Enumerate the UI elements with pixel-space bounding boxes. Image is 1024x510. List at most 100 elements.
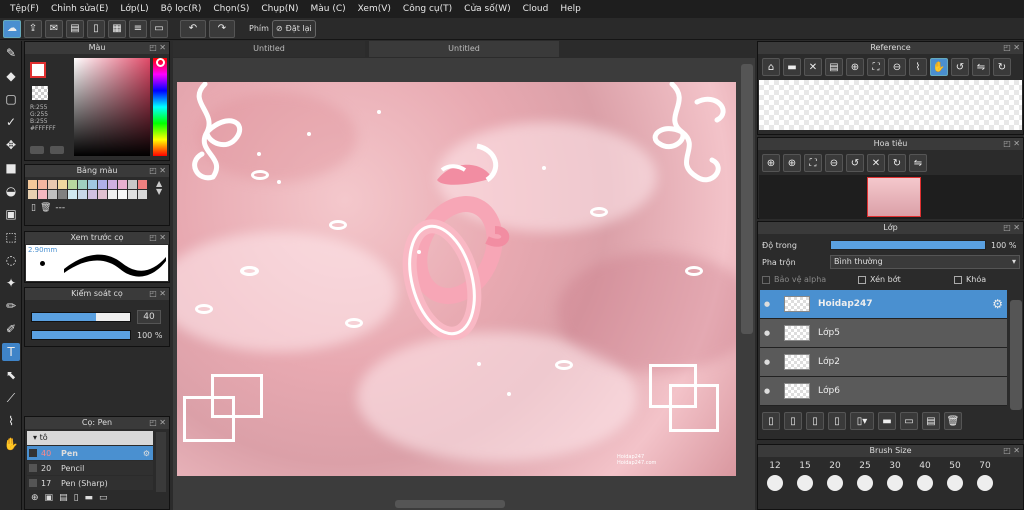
palette-swatch[interactable] <box>98 190 107 199</box>
palette-swatch[interactable] <box>118 180 127 189</box>
brush-item-pencil[interactable]: 20 Pencil <box>27 461 153 475</box>
brush-group-row[interactable]: ▾ tô <box>27 431 153 445</box>
palette-swatch[interactable] <box>78 180 87 189</box>
expand-icon[interactable]: ◰ ✕ <box>1003 445 1020 457</box>
brush-size-option[interactable]: 15 <box>790 461 820 491</box>
comment-icon[interactable]: ✉ <box>45 19 63 38</box>
palette-swatch[interactable] <box>88 180 97 189</box>
cloud-icon[interactable]: ☁ <box>3 19 21 38</box>
select-rect-icon[interactable]: ▢ <box>2 90 20 108</box>
document-icon[interactable]: ▯ <box>87 19 105 38</box>
hand-tool-icon[interactable]: ✋ <box>2 435 20 453</box>
brush-item-pen[interactable]: 40 Pen ⚙ <box>27 446 153 460</box>
blend-mode-select[interactable]: Bình thường ▾ <box>830 255 1020 269</box>
brush-copy-icon[interactable]: ▭ <box>99 493 108 503</box>
menu-view[interactable]: Xem(V) <box>352 0 397 18</box>
eyedropper-icon[interactable]: ⌇ <box>909 58 927 76</box>
zoom-out-icon[interactable]: ⊖ <box>888 58 906 76</box>
add-brush-icon[interactable]: ⊕ <box>31 493 39 503</box>
brush-size-option[interactable]: 40 <box>910 461 940 491</box>
expand-icon[interactable]: ◰ ✕ <box>149 232 166 244</box>
divide-tool-icon[interactable]: ⟋ <box>2 389 20 407</box>
layer-row[interactable]: ● Lớp6 <box>760 377 1007 406</box>
check-tool-icon[interactable]: ✓ <box>2 113 20 131</box>
flatten-icon[interactable]: ▤ <box>922 412 940 430</box>
select-eraser-icon[interactable]: ✐ <box>2 320 20 338</box>
menu-window[interactable]: Cửa số(W) <box>458 0 516 18</box>
expand-icon[interactable]: ◰ ✕ <box>1003 138 1020 150</box>
palette-swatch[interactable] <box>28 180 37 189</box>
menu-select[interactable]: Chọn(S) <box>207 0 255 18</box>
bucket-tool-icon[interactable]: ◒ <box>2 182 20 200</box>
palette-swatch[interactable] <box>68 180 77 189</box>
palette-swatch[interactable] <box>88 190 97 199</box>
gear-icon[interactable]: ⚙ <box>992 297 1003 311</box>
menu-layer[interactable]: Lớp(L) <box>114 0 154 18</box>
layer-row[interactable]: ● Lớp2 <box>760 348 1007 377</box>
zoom-in-icon[interactable]: ⊕ <box>846 58 864 76</box>
brush-folder-icon[interactable]: ▬ <box>85 493 94 503</box>
eye-icon[interactable]: ● <box>760 329 774 337</box>
merge-icon[interactable]: ▭ <box>900 412 918 430</box>
menu-edit[interactable]: Chỉnh sửa(E) <box>45 0 114 18</box>
expand-icon[interactable]: ◰ ✕ <box>149 42 166 54</box>
brush-tool-icon[interactable]: ✎ <box>2 44 20 62</box>
delete-layer-icon[interactable]: 🗑 <box>944 412 962 430</box>
gear-icon[interactable]: ⚙ <box>143 449 150 458</box>
operation-tool-icon[interactable]: ⬉ <box>2 366 20 384</box>
palette-delete-icon[interactable]: 🗑 <box>40 203 51 213</box>
canvas-horizontal-scrollbar[interactable] <box>395 500 505 508</box>
palette-scroll[interactable]: ▲ ▼ <box>156 180 162 196</box>
palette-swatch[interactable] <box>138 180 147 189</box>
palette-swatch[interactable] <box>98 180 107 189</box>
marquee-icon[interactable]: ⬚ <box>2 228 20 246</box>
brush-opacity-slider[interactable] <box>31 330 131 340</box>
home-icon[interactable]: ⌂ <box>762 58 780 76</box>
brush-size-option[interactable]: 25 <box>850 461 880 491</box>
brush-item-pen-sharp[interactable]: 17 Pen (Sharp) <box>27 476 153 490</box>
rotate-left-icon[interactable]: ↺ <box>951 58 969 76</box>
foreground-color[interactable] <box>30 62 46 78</box>
palette-swatch[interactable] <box>128 180 137 189</box>
rotate-right-icon[interactable]: ↻ <box>993 58 1011 76</box>
layers-icon[interactable]: ▤ <box>825 58 843 76</box>
doc-tab-1[interactable]: Untitled <box>173 41 365 57</box>
expand-icon[interactable]: ◰ ✕ <box>149 417 166 429</box>
brush-size-option[interactable]: 50 <box>940 461 970 491</box>
rotate-left-icon[interactable]: ↺ <box>846 154 864 172</box>
rotate-right-icon[interactable]: ↻ <box>888 154 906 172</box>
menu-capture[interactable]: Chụp(N) <box>255 0 304 18</box>
palette-swatch[interactable] <box>108 180 117 189</box>
history-icon[interactable]: ▭ <box>150 19 168 38</box>
protect-alpha-checkbox[interactable] <box>762 275 770 284</box>
menu-cloud[interactable]: Cloud <box>517 0 555 18</box>
canvas-vertical-scrollbar[interactable] <box>741 64 753 334</box>
reset-button[interactable]: ⊘ Đặt lại <box>271 19 316 38</box>
palette-swatch[interactable] <box>58 190 67 199</box>
flip-icon[interactable]: ⇋ <box>909 154 927 172</box>
reset-rotation-icon[interactable]: ✕ <box>867 154 885 172</box>
zoom-in-icon[interactable]: ⊕ <box>783 154 801 172</box>
color-swap-button[interactable] <box>50 146 64 154</box>
palette-swatch[interactable] <box>28 190 37 199</box>
flip-icon[interactable]: ⇋ <box>972 58 990 76</box>
color-mode-button[interactable] <box>30 146 44 154</box>
undo-icon[interactable]: ↶ <box>180 19 206 38</box>
brush-list-scrollbar[interactable] <box>156 432 166 492</box>
new-layer-icon[interactable]: ▯ <box>762 412 780 430</box>
brush-menu-icon[interactable]: ▤ <box>59 493 68 503</box>
navigator-thumbnail[interactable] <box>867 177 921 217</box>
palette-swatch[interactable] <box>128 190 137 199</box>
layer-row[interactable]: ● Lớp5 <box>760 319 1007 348</box>
eye-icon[interactable]: ● <box>760 387 774 395</box>
menu-file[interactable]: Tệp(F) <box>4 0 45 18</box>
brush-size-value[interactable]: 40 <box>137 310 161 324</box>
list-icon[interactable]: ≡ <box>129 19 147 38</box>
palette-swatch[interactable] <box>38 190 47 199</box>
new-layer-2-icon[interactable]: ▯ <box>784 412 802 430</box>
menu-color[interactable]: Màu (C) <box>305 0 352 18</box>
folder-icon[interactable]: ▬ <box>878 412 896 430</box>
doc-tab-2[interactable]: Untitled <box>369 41 559 57</box>
open-folder-icon[interactable]: ▬ <box>783 58 801 76</box>
grid-icon[interactable]: ▦ <box>108 19 126 38</box>
